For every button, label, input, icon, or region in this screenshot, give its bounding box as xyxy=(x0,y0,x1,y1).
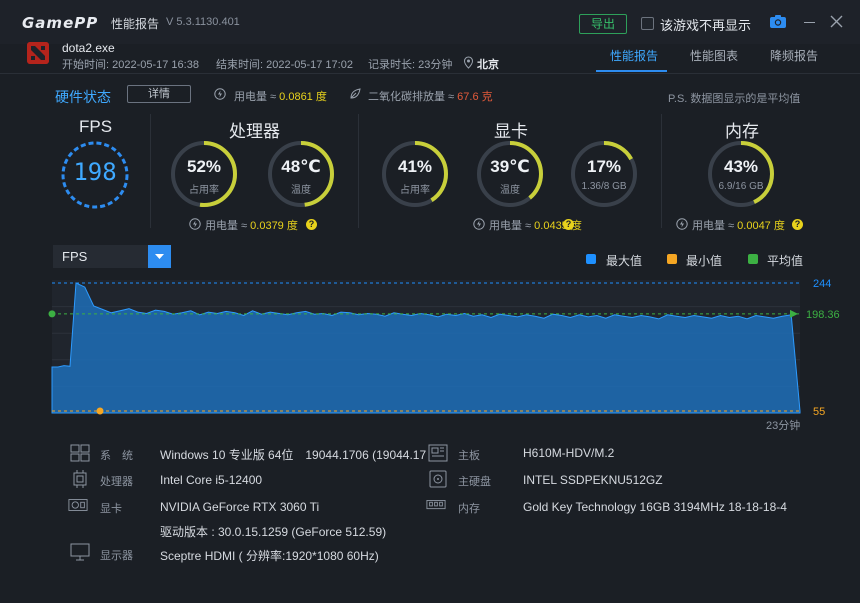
app-version: V 5.3.1130.401 xyxy=(166,16,240,28)
gpu-vram-value: 17% xyxy=(586,157,622,176)
min-value-label: 55 xyxy=(813,406,825,418)
process-name: dota2.exe xyxy=(62,41,115,55)
chevron-down-icon xyxy=(155,254,164,259)
gpu-temp-value: 39℃ xyxy=(490,157,530,176)
total-power-value: 0.0861 度 xyxy=(279,91,327,103)
location-pin-icon xyxy=(463,56,474,69)
memory-power-value: 0.0047 度 xyxy=(737,220,785,232)
disk-value: INTEL SSDPEKNU512GZ xyxy=(523,473,663,487)
cpu-label: 处理器 xyxy=(100,476,133,488)
record-duration: 记录时长: 23分钟 xyxy=(368,59,453,71)
divider xyxy=(358,114,359,228)
co2-value: 67.6 克 xyxy=(457,91,493,103)
hardware-status-title: 硬件状态 xyxy=(55,89,111,105)
legend-max-swatch xyxy=(586,254,596,264)
divider xyxy=(150,114,151,228)
windows-icon xyxy=(70,444,90,462)
driver-value: 驱动版本 : 30.0.15.1259 (GeForce 512.59) xyxy=(160,525,387,539)
divider xyxy=(661,114,662,228)
fps-value: 198 xyxy=(73,158,117,186)
gpu-value: NVIDIA GeForce RTX 3060 Ti xyxy=(160,500,320,514)
gpu-vram-label: 1.36/8 GB xyxy=(581,181,627,192)
max-value-label: 244 xyxy=(813,278,831,290)
end-time: 结束时间: 2022-05-17 17:02 xyxy=(216,59,353,71)
motherboard-icon xyxy=(428,444,448,462)
ram-value: Gold Key Technology 16GB 3194MHz 18-18-1… xyxy=(523,500,787,514)
gpu-label: 显卡 xyxy=(100,503,122,515)
active-tab-indicator xyxy=(596,70,667,72)
os-label: 系 统 xyxy=(100,450,133,462)
cpu-usage-label: 占用率 xyxy=(189,185,219,196)
cpu-power-text: 用电量 ≈ 0.0379 度 xyxy=(205,220,298,232)
legend-max-label: 最大值 xyxy=(606,254,643,268)
metric-select-value: FPS xyxy=(62,249,88,264)
cpu-temp-label: 温度 xyxy=(291,185,311,196)
total-power-text: 用电量 ≈ 0.0861 度 xyxy=(234,91,327,103)
x-end-label: 23分钟 xyxy=(766,418,800,432)
start-time: 开始时间: 2022-05-17 16:38 xyxy=(62,59,199,71)
tab-performance-chart[interactable]: 性能图表 xyxy=(690,47,738,64)
gpu-icon xyxy=(68,499,88,511)
help-icon[interactable]: ? xyxy=(792,219,803,230)
os-value: Windows 10 专业版 64位 19044.1706 (19044.170… xyxy=(160,448,426,462)
power-icon xyxy=(676,218,688,230)
app-title: 性能报告 xyxy=(111,17,160,31)
cpu-temp-value: 48℃ xyxy=(281,157,321,176)
avg-value-label: 198.36 xyxy=(806,309,840,321)
legend-min-swatch xyxy=(667,254,677,264)
fps-title: FPS xyxy=(79,117,113,136)
power-icon xyxy=(189,218,201,230)
chart-note: P.S. 数据图显示的是平均值 xyxy=(668,93,801,105)
gpu-usage-label: 占用率 xyxy=(400,185,430,196)
legend-avg-swatch xyxy=(748,254,758,264)
help-icon[interactable]: ? xyxy=(306,219,317,230)
memory-icon xyxy=(426,500,446,510)
memory-usage-label: 6.9/16 GB xyxy=(718,181,764,192)
cpu-value: Intel Core i5-12400 xyxy=(160,473,263,487)
power-icon xyxy=(214,88,226,100)
board-value: H610M-HDV/M.2 xyxy=(523,446,615,460)
hard-disk-icon xyxy=(429,470,447,488)
cpu-power-value: 0.0379 度 xyxy=(250,220,298,232)
detail-button[interactable]: 详情 xyxy=(127,85,191,103)
disk-label: 主硬盘 xyxy=(458,476,491,488)
monitor-value: Sceptre HDMI ( 分辨率:1920*1080 60Hz) xyxy=(160,549,379,563)
monitor-label: 显示器 xyxy=(100,550,133,562)
export-button[interactable]: 导出 xyxy=(579,14,627,34)
gpu-power-value: 0.0435 度 xyxy=(534,220,582,232)
gpu-usage-value: 41% xyxy=(397,157,433,176)
monitor-icon xyxy=(70,543,90,561)
avg-marker xyxy=(48,310,56,318)
board-label: 主板 xyxy=(458,450,480,462)
close-icon[interactable] xyxy=(830,15,843,28)
power-icon xyxy=(473,218,485,230)
app-logo: GamePP xyxy=(22,14,99,32)
fps-chart: 244 198.36 55 23分钟 xyxy=(48,278,840,432)
metric-select-toggle[interactable] xyxy=(148,245,171,268)
min-marker xyxy=(96,407,104,415)
legend-min-label: 最小值 xyxy=(686,254,723,268)
location-text: 北京 xyxy=(477,59,499,71)
hide-game-label: 该游戏不再显示 xyxy=(660,18,752,33)
dota2-icon xyxy=(27,42,49,64)
legend-avg-label: 平均值 xyxy=(767,254,804,268)
cpu-icon xyxy=(73,470,87,488)
cpu-usage-value: 52% xyxy=(186,157,222,176)
help-icon[interactable]: ? xyxy=(563,219,574,230)
memory-usage-value: 43% xyxy=(723,157,759,176)
camera-icon[interactable] xyxy=(770,15,786,28)
leaf-icon xyxy=(350,88,361,99)
minimize-icon[interactable] xyxy=(804,22,815,23)
tab-throttle-report[interactable]: 降频报告 xyxy=(770,47,818,64)
ram-label: 内存 xyxy=(458,503,480,515)
co2-text: 二氧化碳排放量 ≈ 67.6 克 xyxy=(368,91,493,103)
header-divider xyxy=(0,73,860,74)
tab-performance-report[interactable]: 性能报告 xyxy=(610,47,658,64)
hide-game-checkbox[interactable] xyxy=(641,17,654,30)
gpu-temp-label: 温度 xyxy=(500,185,520,196)
memory-power-text: 用电量 ≈ 0.0047 度 xyxy=(692,220,785,232)
